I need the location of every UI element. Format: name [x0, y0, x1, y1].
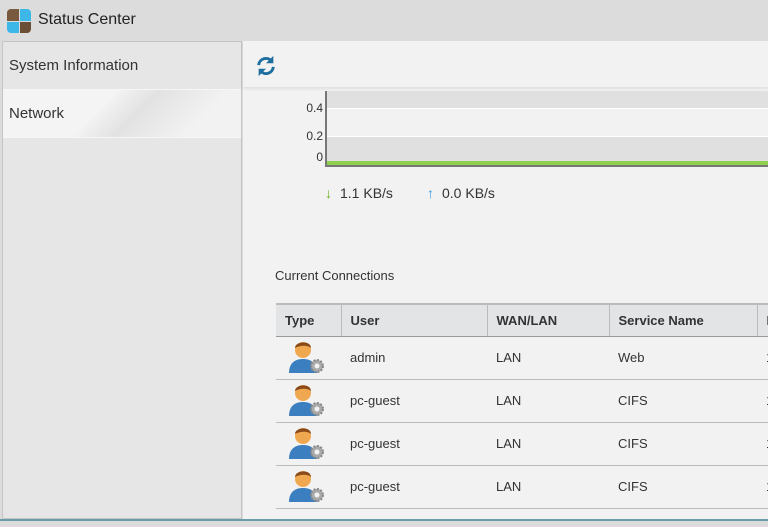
user-cell: pc-guest	[341, 465, 487, 509]
main-panel: 0.4 0.2 0 ↓ 1.1 KB/s ↑ 0.0 KB/s Current Co…	[243, 41, 768, 519]
column-header-user[interactable]: User	[341, 303, 488, 337]
wan-lan-cell: LAN	[487, 336, 609, 380]
upload-legend: ↑ 0.0 KB/s	[427, 185, 495, 201]
column-header-service-name[interactable]: Service Name	[609, 303, 758, 337]
service-cell: CIFS	[609, 465, 757, 509]
wan-lan-cell: LAN	[487, 465, 609, 509]
user-gear-icon	[289, 428, 324, 459]
column-header-truncated[interactable]: I	[757, 303, 768, 337]
user-gear-icon	[289, 385, 324, 416]
wan-lan-cell: LAN	[487, 422, 609, 466]
user-cell: pc-guest	[341, 422, 487, 466]
type-cell	[276, 465, 341, 509]
status-center-app-icon	[7, 9, 31, 33]
network-chart	[325, 91, 768, 167]
window-title: Status Center	[38, 11, 136, 28]
title-bar: Status Center	[0, 0, 768, 40]
sidebar-item-network[interactable]: Network	[3, 90, 241, 138]
truncated-cell: 1	[757, 465, 768, 509]
table-row[interactable]: admin LAN Web 1	[276, 336, 768, 380]
connections-table: Type User WAN/LAN Service Name I admin L…	[276, 303, 768, 509]
gridline	[327, 108, 768, 109]
bottom-border	[0, 519, 768, 527]
service-cell: Web	[609, 336, 757, 380]
gridline	[327, 136, 768, 137]
type-cell	[276, 336, 341, 380]
wan-lan-cell: LAN	[487, 379, 609, 423]
service-cell: CIFS	[609, 422, 757, 466]
truncated-cell: 1	[757, 422, 768, 466]
y-tick: 0.4	[306, 101, 323, 115]
type-cell	[276, 379, 341, 423]
toolbar	[243, 41, 768, 87]
column-header-type[interactable]: Type	[276, 303, 342, 337]
download-series-line	[327, 161, 768, 165]
sidebar: System Information Network	[2, 41, 242, 519]
user-cell: admin	[341, 336, 487, 380]
table-row[interactable]: pc-guest LAN CIFS 1	[276, 465, 768, 509]
user-gear-icon	[289, 342, 324, 373]
y-tick: 0.2	[306, 129, 323, 143]
truncated-cell: 1	[757, 336, 768, 380]
y-tick: 0	[316, 150, 323, 164]
type-cell	[276, 422, 341, 466]
connections-title: Current Connections	[275, 268, 395, 283]
download-legend: ↓ 1.1 KB/s	[325, 185, 393, 201]
table-row[interactable]: pc-guest LAN CIFS 1	[276, 379, 768, 423]
user-cell: pc-guest	[341, 379, 487, 423]
truncated-cell: 1	[757, 379, 768, 423]
user-gear-icon	[289, 471, 324, 502]
upload-arrow-icon: ↑	[427, 185, 434, 201]
service-cell: CIFS	[609, 379, 757, 423]
column-header-wan-lan[interactable]: WAN/LAN	[487, 303, 610, 337]
table-row[interactable]: pc-guest LAN CIFS 1	[276, 422, 768, 466]
download-arrow-icon: ↓	[325, 185, 332, 201]
refresh-icon[interactable]	[255, 55, 277, 77]
sidebar-item-system-information[interactable]: System Information	[3, 42, 241, 90]
